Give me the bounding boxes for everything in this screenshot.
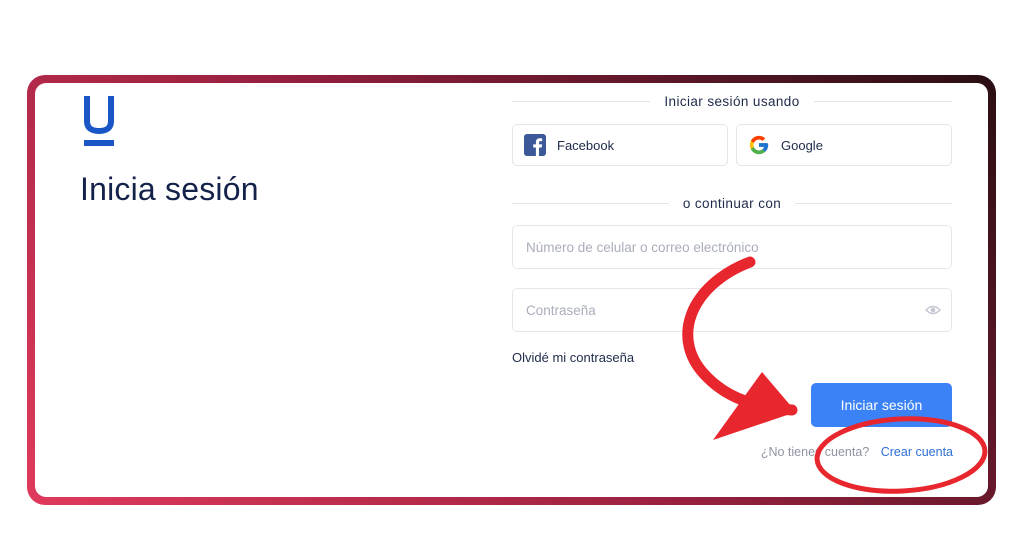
social-divider-label: Iniciar sesión usando: [664, 93, 800, 109]
divider-line: [512, 100, 651, 102]
username-field-wrapper: [512, 225, 952, 269]
password-field-wrapper: [512, 288, 952, 332]
google-icon: [748, 134, 770, 156]
facebook-login-button[interactable]: Facebook: [512, 124, 728, 166]
social-divider: Iniciar sesión usando: [512, 92, 953, 110]
form-divider: o continuar con: [512, 194, 952, 212]
no-account-prompt: ¿No tienes cuenta?: [760, 445, 870, 459]
eye-icon[interactable]: [925, 303, 941, 317]
username-input[interactable]: [513, 226, 906, 268]
login-submit-button[interactable]: Iniciar sesión: [811, 383, 952, 427]
signup-row: ¿No tienes cuenta? Crear cuenta: [761, 445, 953, 459]
google-label: Google: [781, 137, 823, 153]
forgot-password-link[interactable]: Olvidé mi contraseña: [512, 350, 634, 365]
password-input[interactable]: [513, 289, 906, 331]
login-card: Inicia sesión Iniciar sesión usando Face…: [35, 83, 988, 497]
create-account-link[interactable]: Crear cuenta: [881, 445, 953, 459]
divider-line: [813, 100, 953, 102]
facebook-icon: [524, 134, 546, 156]
google-login-button[interactable]: Google: [736, 124, 952, 166]
facebook-label: Facebook: [557, 137, 615, 153]
u-logo-icon: [84, 96, 114, 146]
form-divider-label: o continuar con: [682, 195, 782, 211]
screenshot-frame: Inicia sesión Iniciar sesión usando Face…: [27, 75, 996, 505]
page-title: Inicia sesión: [80, 171, 259, 207]
divider-line: [512, 202, 669, 204]
divider-line: [795, 202, 952, 204]
